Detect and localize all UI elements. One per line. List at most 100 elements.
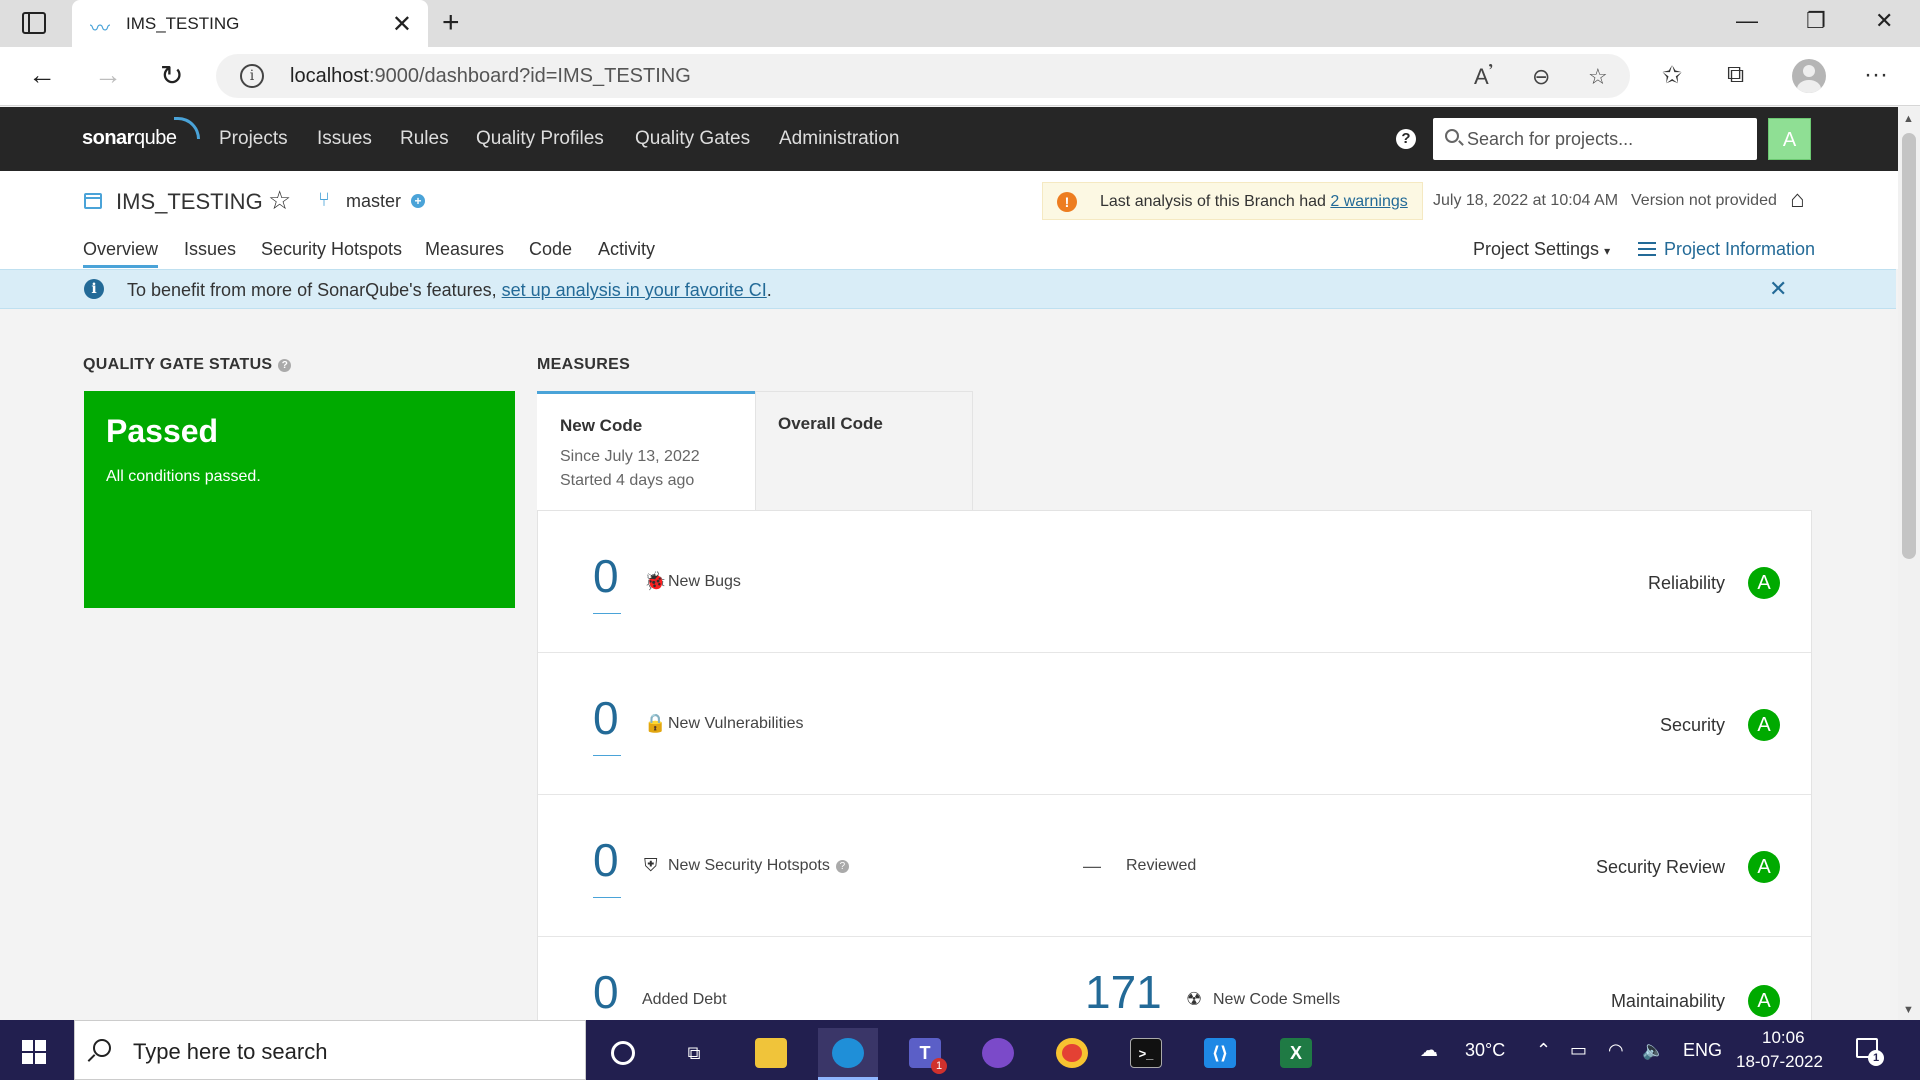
security-label: Security [1659,715,1725,735]
help-icon[interactable]: ? [1396,129,1416,149]
nav-quality-gates[interactable]: Quality Gates [635,128,750,150]
favorite-star-icon[interactable]: ☆ [268,185,291,216]
close-tab-icon[interactable]: ✕ [392,10,412,39]
help-icon[interactable]: ? [835,860,849,873]
volume-icon[interactable]: 🔈 [1642,1040,1664,1061]
browser-tab-strip: 〰 IMS_TESTING ✕ + — ❐ ✕ [0,0,1920,47]
zoom-icon[interactable]: ⊖ [1532,64,1550,90]
teams-app-icon[interactable]: T1 [895,1028,955,1080]
branch-name[interactable]: master [346,191,401,212]
maintainability-rating[interactable]: A [1748,985,1780,1017]
terminal-app-icon[interactable]: >_ [1116,1028,1176,1080]
project-search-box [1433,118,1757,160]
reviewed-value: — [1083,856,1101,876]
setup-ci-link[interactable]: set up analysis in your favorite CI [502,280,767,300]
project-information-link[interactable]: Project Information [1638,239,1815,260]
clock-time[interactable]: 10:06 [1762,1028,1805,1048]
nav-administration[interactable]: Administration [779,128,899,150]
page-scrollbar[interactable]: ▲ ▼ [1898,107,1920,1020]
new-code-started: Started 4 days ago [560,472,695,489]
tab-activity[interactable]: Activity [598,239,655,260]
dismiss-banner-icon[interactable]: ✕ [1769,276,1787,302]
warnings-link[interactable]: 2 warnings [1330,193,1407,210]
added-debt-label: Added Debt [642,991,727,1008]
clock-date[interactable]: 18-07-2022 [1736,1052,1823,1072]
security-rating[interactable]: A [1748,709,1780,741]
tab-actions-icon[interactable] [22,12,46,34]
new-code-smells-value[interactable]: 171 [1085,965,1162,1019]
sonarqube-header: sonarqube Projects Issues Rules Quality … [0,107,1898,171]
site-info-icon[interactable]: i [240,64,264,88]
chrome-app-icon[interactable] [1042,1028,1102,1080]
measure-row-hotspots: 0 ⛨ New Security Hotspots? — Reviewed Se… [538,795,1811,937]
help-icon[interactable]: ? [278,359,292,372]
new-tab-icon[interactable]: + [442,6,460,40]
weather-icon[interactable]: ☁ [1420,1040,1438,1061]
branch-icon: ⑂ [318,189,330,211]
tab-security-hotspots[interactable]: Security Hotspots [261,239,402,260]
more-icon[interactable]: ··· [1864,61,1888,89]
added-debt-value[interactable]: 0 [593,965,621,1030]
tab-issues[interactable]: Issues [184,239,236,260]
search-icon [93,1039,111,1057]
notifications-icon[interactable]: 1 [1856,1038,1884,1066]
tab-overall-code[interactable]: Overall Code [755,391,973,511]
project-name[interactable]: IMS_TESTING [116,189,263,215]
weather-temp[interactable]: 30°C [1465,1040,1505,1061]
new-code-smells-label: New Code Smells [1213,991,1341,1008]
tab-code[interactable]: Code [529,239,572,260]
nav-quality-profiles[interactable]: Quality Profiles [476,128,604,150]
favorites-icon[interactable]: ✩ [1662,61,1682,90]
url-text[interactable]: localhost:9000/dashboard?id=IMS_TESTING [290,65,691,88]
read-aloud-icon[interactable]: A𝄒 [1474,64,1493,90]
vscode-app-icon[interactable]: ⟨⟩ [1190,1028,1250,1080]
add-favorite-icon[interactable]: ☆ [1588,64,1608,90]
scroll-up-icon[interactable]: ▲ [1903,113,1914,125]
cortana-icon[interactable] [593,1028,653,1080]
battery-icon[interactable]: ▭ [1570,1040,1587,1061]
project-search-input[interactable] [1467,126,1747,152]
tab-overview[interactable]: Overview [83,239,159,268]
edge-app-icon[interactable] [818,1028,878,1080]
windows-taskbar: Type here to search ⧉ T1 >_ ⟨⟩ X ☁ 30°C … [0,1020,1920,1080]
branch-add-icon[interactable]: + [411,194,425,208]
browser-tab[interactable]: 〰 IMS_TESTING ✕ [72,0,428,47]
back-icon[interactable]: ← [28,59,56,91]
new-bugs-label: New Bugs [668,573,741,590]
refresh-icon[interactable]: ↻ [160,59,183,92]
url-field[interactable]: i localhost:9000/dashboard?id=IMS_TESTIN… [216,54,1630,98]
scroll-down-icon[interactable]: ▼ [1903,1004,1914,1016]
security-review-rating[interactable]: A [1748,851,1780,883]
task-view-icon[interactable]: ⧉ [664,1028,724,1080]
github-app-icon[interactable] [968,1028,1028,1080]
excel-app-icon[interactable]: X [1266,1028,1326,1080]
new-hotspots-value[interactable]: 0 [593,833,621,898]
nav-projects[interactable]: Projects [219,128,288,150]
wifi-icon[interactable]: ◠ [1608,1040,1624,1061]
reliability-rating[interactable]: A [1748,567,1780,599]
profile-avatar[interactable] [1792,59,1826,93]
taskbar-search[interactable]: Type here to search [74,1020,586,1080]
nav-issues[interactable]: Issues [317,128,372,150]
restore-icon[interactable]: ❐ [1806,8,1826,34]
nav-rules[interactable]: Rules [400,128,449,150]
teams-badge: 1 [931,1058,947,1074]
caret-down-icon: ▾ [1604,244,1611,258]
close-window-icon[interactable]: ✕ [1875,8,1893,34]
home-icon[interactable]: ⌂ [1790,186,1805,214]
tray-overflow-icon[interactable]: ⌃ [1536,1040,1551,1061]
user-avatar[interactable]: A [1768,118,1811,160]
scrollbar-thumb[interactable] [1902,133,1916,559]
file-explorer-icon[interactable] [741,1028,801,1080]
project-settings-dropdown[interactable]: Project Settings ▾ [1473,239,1610,260]
collections-icon[interactable]: ⧉ [1727,61,1744,89]
language-indicator[interactable]: ENG [1683,1040,1722,1061]
new-vulnerabilities-value[interactable]: 0 [593,691,621,756]
windows-start-icon[interactable] [22,1040,46,1064]
tab-new-code[interactable]: New Code Since July 13, 2022 Started 4 d… [537,391,755,511]
new-bugs-value[interactable]: 0 [593,549,621,614]
tab-measures[interactable]: Measures [425,239,504,260]
forward-icon[interactable]: → [94,59,122,91]
minimize-icon[interactable]: — [1736,8,1758,34]
sonarqube-logo[interactable]: sonarqube [82,117,200,150]
